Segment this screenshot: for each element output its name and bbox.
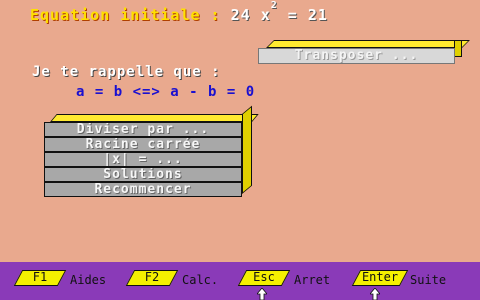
esc-key-text: Esc xyxy=(253,270,275,284)
menu-item-square-root[interactable]: Racine carrée xyxy=(44,137,242,152)
transpose-button-label: Transposer ... xyxy=(258,48,455,64)
up-arrow-icon xyxy=(257,288,267,300)
esc-label: Arret xyxy=(294,273,331,287)
menu-item-absolute-value[interactable]: |x| = ... xyxy=(44,152,242,167)
main-screen: Equation initiale : 24 x2 = 21 Transpose… xyxy=(0,0,480,262)
f1-key[interactable]: F1 xyxy=(13,270,67,286)
up-arrow-icon xyxy=(370,288,380,300)
transpose-button-top xyxy=(266,40,470,48)
enter-key-text: Enter xyxy=(361,270,399,284)
menu-top xyxy=(50,114,259,122)
reminder-formula: a = b <=> a - b = 0 xyxy=(76,84,256,100)
menu-item-divide[interactable]: Diviser par ... xyxy=(44,122,242,137)
equation-line: Equation initiale : 24 x2 = 21 xyxy=(30,0,328,24)
reminder-intro: Je te rappelle que : xyxy=(32,64,221,80)
f2-key[interactable]: F2 xyxy=(125,270,179,286)
menu-side xyxy=(242,105,252,194)
equation-exponent: 2 xyxy=(270,0,278,11)
equation-coefficient: 24 x xyxy=(230,6,271,24)
transpose-button[interactable]: Transposer ... xyxy=(258,40,470,64)
enter-key[interactable]: Enter xyxy=(351,270,409,286)
equation-rhs: = 21 xyxy=(277,6,328,24)
transpose-button-side xyxy=(454,40,462,57)
enter-label: Suite xyxy=(410,273,447,287)
f1-label: Aides xyxy=(70,273,107,287)
menu-item-solutions[interactable]: Solutions xyxy=(44,167,242,182)
function-key-bar: F1 Aides F2 Calc. Esc Arret Enter Suite xyxy=(0,262,480,300)
menu-item-restart[interactable]: Recommencer xyxy=(44,182,242,197)
action-menu: Diviser par ... Racine carrée |x| = ... … xyxy=(44,105,259,200)
equation-label: Equation initiale : xyxy=(30,6,231,24)
f2-key-text: F2 xyxy=(144,270,160,284)
esc-key[interactable]: Esc xyxy=(237,270,291,286)
f2-label: Calc. xyxy=(182,273,219,287)
f1-key-text: F1 xyxy=(32,270,48,284)
